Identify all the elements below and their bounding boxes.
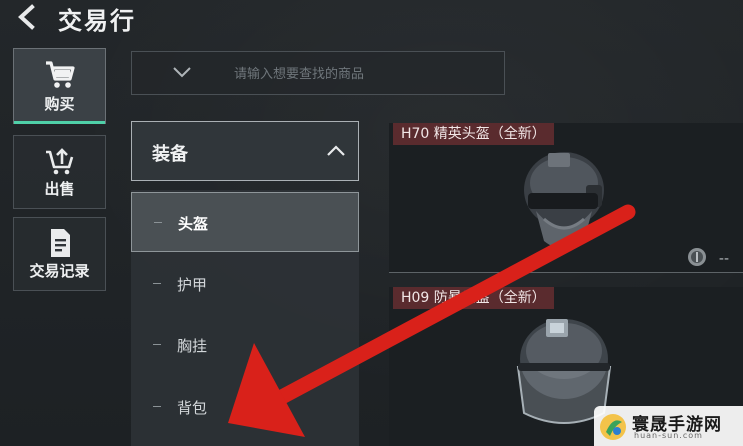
sub-item-armor[interactable]: 护甲 bbox=[131, 254, 359, 314]
category-header[interactable]: 装备 bbox=[131, 121, 359, 181]
header: 交易行 bbox=[0, 0, 743, 36]
page-title: 交易行 bbox=[58, 7, 136, 35]
sub-item-label: 背包 bbox=[177, 399, 208, 417]
nav-history-label: 交易记录 bbox=[29, 262, 90, 280]
nav-history-button[interactable]: 交易记录 bbox=[13, 217, 106, 291]
price-text: -- bbox=[718, 251, 729, 267]
product-card[interactable]: H70 精英头盔（全新） -- bbox=[389, 123, 743, 273]
sub-item-backpack[interactable]: 背包 bbox=[131, 377, 359, 437]
sub-item-label: 头盔 bbox=[178, 215, 209, 233]
product-name-tag: H09 防暴头盔（全新） bbox=[393, 287, 554, 309]
product-name-tag: H70 精英头盔（全新） bbox=[393, 123, 554, 145]
category-sub-list: 头盔 护甲 胸挂 背包 bbox=[131, 190, 359, 446]
dash-marker bbox=[153, 406, 161, 407]
coin-icon bbox=[688, 248, 706, 266]
document-icon bbox=[50, 229, 70, 257]
sub-item-chest-rig[interactable]: 胸挂 bbox=[131, 315, 359, 375]
search-input[interactable] bbox=[232, 52, 496, 96]
watermark-url: huan-sun.com bbox=[634, 431, 703, 440]
sell-cart-icon bbox=[45, 148, 73, 175]
nav-sell-label: 出售 bbox=[44, 180, 75, 198]
back-arrow-icon[interactable] bbox=[14, 4, 42, 30]
category-title: 装备 bbox=[152, 144, 188, 165]
helmet-image bbox=[524, 152, 604, 249]
sub-item-label: 护甲 bbox=[177, 276, 208, 294]
card-divider bbox=[389, 272, 743, 273]
nav-sell-button[interactable]: 出售 bbox=[13, 135, 106, 209]
watermark-logo-icon bbox=[600, 414, 626, 440]
dash-marker bbox=[153, 283, 161, 284]
dash-marker bbox=[154, 222, 162, 223]
nav-buy-label: 购买 bbox=[44, 95, 75, 113]
sub-item-label: 胸挂 bbox=[177, 337, 208, 355]
dash-marker bbox=[153, 344, 161, 345]
sub-item-helmet[interactable]: 头盔 bbox=[131, 192, 359, 252]
watermark: 寰晟手游网 huan-sun.com bbox=[594, 406, 743, 446]
chevron-down-icon[interactable] bbox=[172, 65, 192, 79]
search-box[interactable] bbox=[131, 51, 505, 96]
nav-buy-button[interactable]: 购买 bbox=[13, 48, 106, 124]
cart-icon bbox=[45, 61, 75, 88]
chevron-up-icon[interactable] bbox=[326, 144, 346, 158]
